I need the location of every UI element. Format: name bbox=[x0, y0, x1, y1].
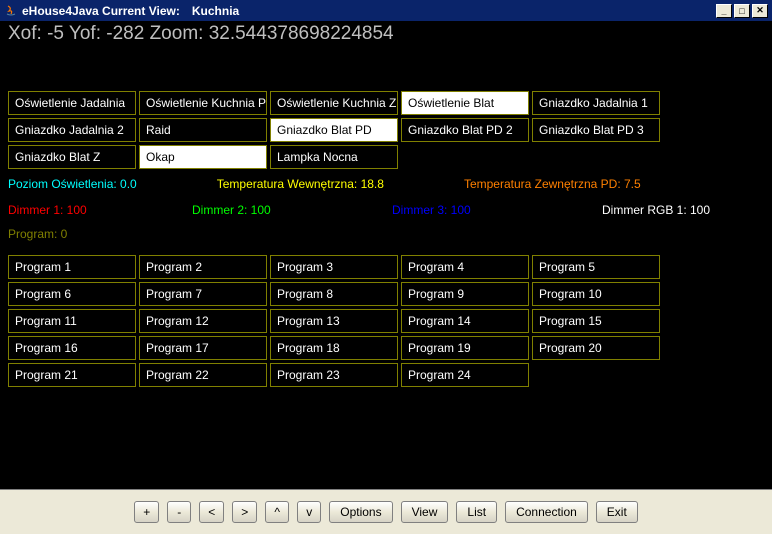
options-button[interactable]: Options bbox=[329, 501, 392, 523]
titlebar: eHouse4Java Current View: Kuchnia _ □ ✕ bbox=[0, 0, 772, 21]
device-button[interactable]: Oświetlenie Kuchnia PD bbox=[139, 91, 267, 115]
device-button[interactable]: Lampka Nocna bbox=[270, 145, 398, 169]
titlebar-app-name: eHouse4Java Current View: bbox=[22, 4, 180, 18]
program-button[interactable]: Program 11 bbox=[8, 309, 136, 333]
java-icon bbox=[4, 4, 18, 18]
device-button[interactable]: Oświetlenie Jadalnia bbox=[8, 91, 136, 115]
device-button[interactable]: Oświetlenie Blat bbox=[401, 91, 529, 115]
program-button[interactable]: Program 6 bbox=[8, 282, 136, 306]
program-button[interactable]: Program 14 bbox=[401, 309, 529, 333]
program-button[interactable]: Program 18 bbox=[270, 336, 398, 360]
program-button[interactable]: Program 16 bbox=[8, 336, 136, 360]
program-button[interactable]: Program 13 bbox=[270, 309, 398, 333]
program-button[interactable]: Program 17 bbox=[139, 336, 267, 360]
minimize-button[interactable]: _ bbox=[716, 4, 732, 18]
light-level-label: Poziom Oświetlenia: 0.0 bbox=[8, 177, 137, 191]
pan-left-button[interactable]: < bbox=[199, 501, 224, 523]
exit-button[interactable]: Exit bbox=[596, 501, 638, 523]
device-button[interactable]: Gniazdko Blat PD 3 bbox=[532, 118, 660, 142]
program-grid: Program 1Program 2Program 3Program 4Prog… bbox=[8, 255, 764, 387]
device-button[interactable]: Gniazdko Jadalnia 1 bbox=[532, 91, 660, 115]
zoom-out-button[interactable]: - bbox=[167, 501, 191, 523]
device-button[interactable]: Gniazdko Blat PD bbox=[270, 118, 398, 142]
program-button[interactable]: Program 21 bbox=[8, 363, 136, 387]
device-button[interactable]: Okap bbox=[139, 145, 267, 169]
program-button[interactable]: Program 1 bbox=[8, 255, 136, 279]
connection-button[interactable]: Connection bbox=[505, 501, 588, 523]
device-grid: Oświetlenie JadalniaOświetlenie Kuchnia … bbox=[8, 91, 764, 169]
maximize-button[interactable]: □ bbox=[734, 4, 750, 18]
program-current-label: Program: 0 bbox=[8, 227, 764, 241]
program-button[interactable]: Program 3 bbox=[270, 255, 398, 279]
program-button[interactable]: Program 22 bbox=[139, 363, 267, 387]
program-button[interactable]: Program 5 bbox=[532, 255, 660, 279]
program-button[interactable]: Program 24 bbox=[401, 363, 529, 387]
program-button[interactable]: Program 4 bbox=[401, 255, 529, 279]
program-button[interactable]: Program 10 bbox=[532, 282, 660, 306]
dimmer-rgb-label: Dimmer RGB 1: 100 bbox=[602, 203, 710, 217]
program-button[interactable]: Program 12 bbox=[139, 309, 267, 333]
program-button[interactable]: Program 23 bbox=[270, 363, 398, 387]
view-button[interactable]: View bbox=[401, 501, 449, 523]
status-row: Poziom Oświetlenia: 0.0 Temperatura Wewn… bbox=[8, 177, 764, 191]
program-button[interactable]: Program 9 bbox=[401, 282, 529, 306]
program-button[interactable]: Program 15 bbox=[532, 309, 660, 333]
device-button[interactable]: Raid bbox=[139, 118, 267, 142]
program-button[interactable]: Program 2 bbox=[139, 255, 267, 279]
dimmer-2-label: Dimmer 2: 100 bbox=[192, 203, 392, 217]
program-button[interactable]: Program 7 bbox=[139, 282, 267, 306]
xof-value: -5 bbox=[47, 23, 64, 44]
device-button[interactable]: Gniazdko Blat PD 2 bbox=[401, 118, 529, 142]
dimmer-row: Dimmer 1: 100 Dimmer 2: 100 Dimmer 3: 10… bbox=[8, 203, 764, 217]
coordinates-label: Xof: -5 Yof: -282 Zoom: 32.5443786982248… bbox=[8, 21, 764, 45]
pan-right-button[interactable]: > bbox=[232, 501, 257, 523]
dimmer-3-label: Dimmer 3: 100 bbox=[392, 203, 602, 217]
device-button[interactable]: Gniazdko Jadalnia 2 bbox=[8, 118, 136, 142]
zoom-in-button[interactable]: + bbox=[134, 501, 159, 523]
main-view: Xof: -5 Yof: -282 Zoom: 32.5443786982248… bbox=[0, 21, 772, 489]
bottom-toolbar: + - < > ^ v Options View List Connection… bbox=[0, 489, 772, 534]
temp-in-label: Temperatura Wewnętrzna: 18.8 bbox=[217, 177, 384, 191]
program-button[interactable]: Program 20 bbox=[532, 336, 660, 360]
pan-up-button[interactable]: ^ bbox=[265, 501, 289, 523]
temp-out-label: Temperatura Zewnętrzna PD: 7.5 bbox=[464, 177, 641, 191]
yof-value: -282 bbox=[106, 23, 144, 44]
pan-down-button[interactable]: v bbox=[297, 501, 321, 523]
dimmer-1-label: Dimmer 1: 100 bbox=[8, 203, 192, 217]
zoom-value: 32.544378698224854 bbox=[209, 23, 394, 44]
device-button[interactable]: Oświetlenie Kuchnia Z bbox=[270, 91, 398, 115]
program-button[interactable]: Program 8 bbox=[270, 282, 398, 306]
device-button[interactable]: Gniazdko Blat Z bbox=[8, 145, 136, 169]
program-button[interactable]: Program 19 bbox=[401, 336, 529, 360]
titlebar-view-name: Kuchnia bbox=[192, 4, 239, 18]
close-button[interactable]: ✕ bbox=[752, 4, 768, 18]
list-button[interactable]: List bbox=[456, 501, 497, 523]
